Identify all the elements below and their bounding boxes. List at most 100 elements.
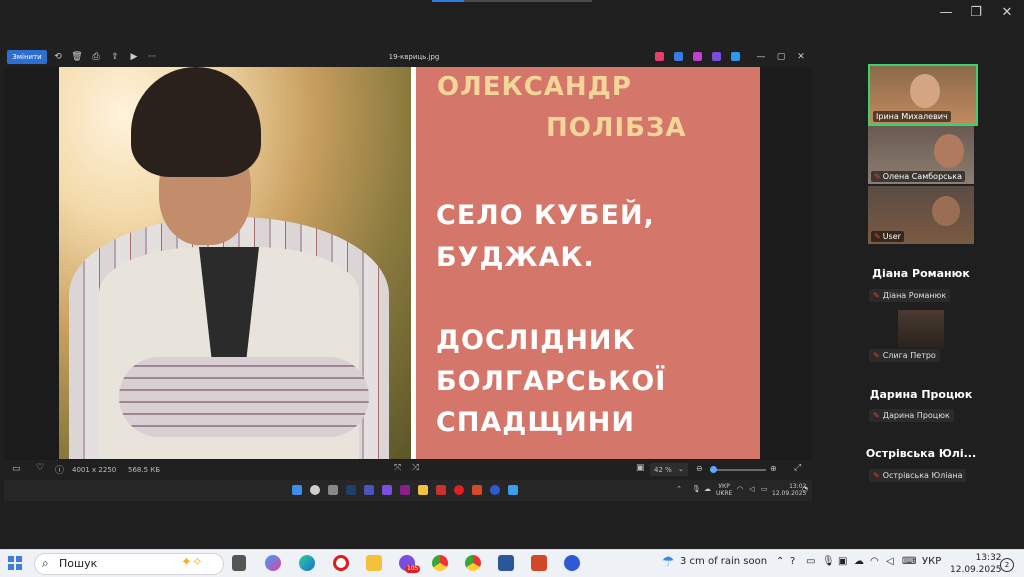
participant-name: ✎ User — [871, 231, 904, 242]
start-icon[interactable] — [8, 556, 22, 570]
weather-icon[interactable]: ☂ — [662, 554, 675, 570]
zoom-icon[interactable] — [564, 555, 580, 571]
close-button[interactable]: ✕ — [997, 6, 1017, 20]
slide-text-line: СЕЛО КУБЕЙ, — [436, 200, 655, 231]
help-icon[interactable]: ? — [790, 556, 795, 567]
photo-viewer-toolbar: Змінити ⟲ 🗑 ⎙ ⇪ ▶ ··· 19-квриць.jpg — ▢ … — [4, 47, 812, 67]
app-icon[interactable] — [382, 485, 392, 495]
tray-chevron-icon[interactable]: ⌃ — [776, 556, 784, 567]
favorite-icon[interactable]: ♡ — [36, 463, 44, 473]
volume-icon[interactable]: ◁ — [886, 556, 894, 567]
app-icon[interactable] — [693, 52, 702, 61]
app-icon[interactable] — [712, 52, 721, 61]
search-label: Пошук — [59, 557, 98, 570]
onedrive-icon[interactable]: ☁ — [854, 556, 864, 567]
participant-video-thumbnail[interactable] — [898, 310, 944, 348]
explorer-icon[interactable] — [366, 555, 382, 571]
powerpoint-icon[interactable] — [531, 555, 547, 571]
minimize-button[interactable]: — — [936, 6, 956, 20]
cloud-icon[interactable]: ☁ — [704, 485, 711, 493]
print-icon[interactable]: ⎙ — [90, 50, 102, 64]
zoom-level[interactable]: 42 % — [654, 466, 672, 474]
restore-button[interactable]: ❐ — [966, 6, 986, 20]
app-icon[interactable] — [731, 52, 740, 61]
task-view-icon[interactable] — [232, 555, 246, 571]
volume-icon[interactable]: ◁ — [749, 485, 754, 493]
participant-name-chip: ✎ Острівська Юліана — [869, 469, 967, 482]
notification-count[interactable]: 2 — [1000, 558, 1014, 572]
photos-icon[interactable] — [508, 485, 518, 495]
app-icon[interactable] — [472, 485, 482, 495]
battery-icon[interactable]: ▭ — [761, 485, 768, 493]
edit-button[interactable]: Змінити — [7, 50, 47, 64]
shared-taskbar: ⌃ 🎙 ☁ УКР UKRE ◠ ◁ ▭ 13:02 12.09.2025 ◔ — [4, 480, 812, 501]
task-view-icon[interactable] — [328, 485, 338, 495]
wifi-icon[interactable]: ◠ — [737, 485, 743, 493]
zoom-in-icon[interactable]: ⊕ — [770, 464, 777, 473]
mic-icon[interactable]: 🎙 — [692, 485, 701, 493]
participant-header: Дарина Процюк — [869, 388, 973, 401]
participant-tile[interactable]: ✎ Олена Самборська — [868, 126, 974, 184]
mic-muted-icon: ✎ — [874, 232, 881, 241]
opera-icon[interactable] — [454, 485, 464, 495]
app-icon[interactable] — [674, 52, 683, 61]
fullscreen-icon[interactable]: ⤢ — [794, 463, 801, 473]
close-button[interactable]: ✕ — [795, 50, 807, 64]
participant-tile[interactable]: Ірина Михалевич — [868, 64, 978, 126]
actual-size-icon[interactable]: ⤨ — [412, 463, 419, 473]
word-icon[interactable] — [498, 555, 514, 571]
sparkle-icon: ✦✧ — [181, 555, 203, 570]
copilot-icon[interactable] — [265, 555, 281, 571]
weather-text[interactable]: 3 cm of rain soon — [680, 556, 767, 567]
minimize-button[interactable]: — — [755, 50, 767, 64]
participant-tile[interactable]: ✎ User — [868, 186, 974, 244]
search-icon: ⌕ — [42, 556, 49, 570]
mic-icon[interactable]: 🎙 — [822, 556, 835, 567]
search-box[interactable]: ⌕ Пошук ✦✧ — [34, 553, 224, 575]
search-icon[interactable] — [310, 485, 320, 495]
zoom-fit-icon[interactable]: ▣ — [636, 463, 645, 473]
share-icon[interactable]: ⇪ — [109, 50, 121, 64]
maximize-button[interactable]: ▢ — [775, 50, 787, 64]
zoom-icon[interactable] — [490, 485, 500, 495]
more-icon[interactable]: ··· — [145, 50, 159, 64]
chrome-icon[interactable] — [432, 555, 448, 571]
windows-taskbar: ⌕ Пошук ✦✧ 105 ☂ 3 cm of rain soon ⌃ ? ▭… — [0, 549, 1024, 577]
zoom-slider[interactable] — [710, 469, 766, 471]
zoom-slider-thumb[interactable] — [709, 466, 717, 473]
wifi-icon[interactable]: ◠ — [870, 556, 879, 567]
slide-text-line: БУДЖАК. — [436, 242, 595, 273]
info-icon[interactable]: ⓘ — [55, 463, 64, 476]
tray-chevron-icon[interactable]: ⌃ — [676, 485, 682, 493]
clock[interactable]: 13:32 12.09.2025 — [950, 552, 1002, 576]
notification-icon[interactable]: ◔ — [802, 485, 808, 493]
explorer-icon[interactable] — [418, 485, 428, 495]
slide-name-line1: ОЛЕКСАНДР — [437, 72, 632, 102]
language-indicator[interactable]: УКР — [922, 556, 941, 567]
start-icon[interactable] — [292, 485, 302, 495]
fit-icon[interactable]: ⤧ — [394, 463, 401, 473]
keyboard-icon[interactable]: ⌨ — [902, 556, 916, 567]
slide-panel: ОЛЕКСАНДР ПОЛІБЗА СЕЛО КУБЕЙ, БУДЖАК. ДО… — [416, 67, 760, 459]
app-icon[interactable] — [655, 52, 664, 61]
app-icon[interactable] — [346, 485, 356, 495]
rotate-icon[interactable]: ⟲ — [52, 50, 64, 64]
chevron-down-icon[interactable]: ⌄ — [678, 465, 684, 473]
delete-icon[interactable]: 🗑 — [71, 50, 83, 64]
chrome-icon[interactable] — [465, 555, 481, 571]
teams-icon[interactable] — [364, 485, 374, 495]
display-icon[interactable]: ▣ — [838, 556, 847, 567]
opera-icon[interactable] — [333, 555, 349, 571]
zoom-out-icon[interactable]: ⊖ — [696, 464, 703, 473]
mic-muted-icon: ✎ — [873, 411, 880, 420]
meet-icon[interactable]: ▭ — [806, 556, 815, 567]
language-indicator[interactable]: УКР UKRE — [716, 483, 732, 497]
progress-indicator — [432, 0, 592, 2]
app-icon[interactable] — [400, 485, 410, 495]
filmstrip-icon[interactable]: ▭ — [12, 464, 21, 474]
notification-badge: 105 — [405, 565, 421, 573]
slideshow-icon[interactable]: ▶ — [128, 50, 140, 64]
mic-muted-icon: ✎ — [874, 172, 881, 181]
edge-icon[interactable] — [299, 555, 315, 571]
app-icon[interactable] — [436, 485, 446, 495]
